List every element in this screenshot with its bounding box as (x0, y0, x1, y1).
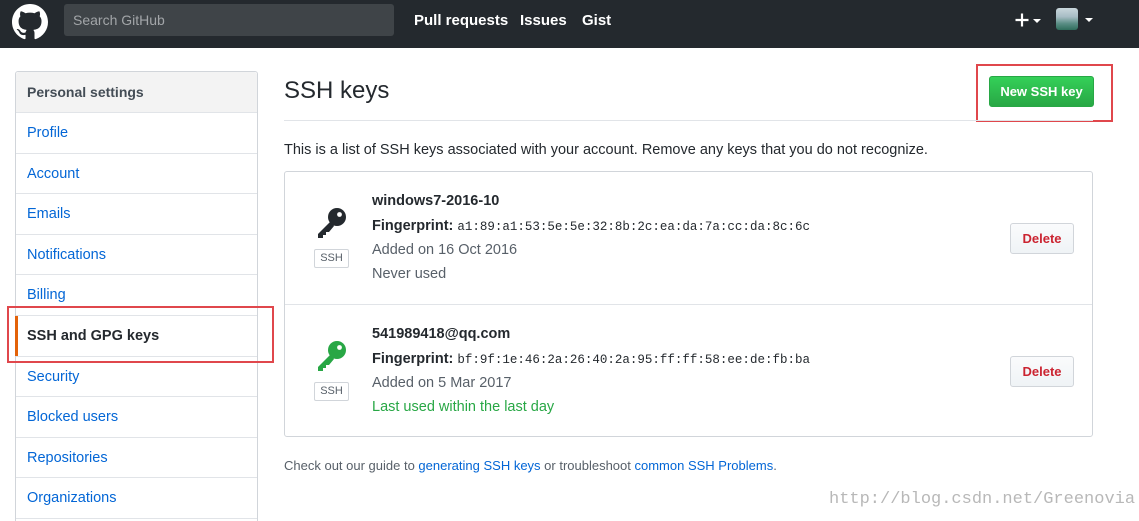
key-added-date: Added on 16 Oct 2016 (372, 242, 518, 258)
ssh-badge: SSH (314, 249, 349, 268)
watermark-text: http://blog.csdn.net/Greenovia (829, 490, 1136, 509)
nav-issues[interactable]: Issues (520, 12, 567, 29)
key-icon (318, 208, 346, 238)
delete-key-button[interactable]: Delete (1010, 223, 1074, 254)
sidebar-item-notifications[interactable]: Notifications (16, 235, 257, 276)
fingerprint-label: Fingerprint: (372, 351, 454, 367)
intro-text: This is a list of SSH keys associated wi… (284, 142, 928, 158)
chevron-down-icon (1033, 19, 1041, 23)
top-navbar: Pull requests Issues Gist (0, 0, 1139, 48)
key-fingerprint: Fingerprint: bf:9f:1e:46:2a:26:40:2a:95:… (372, 351, 810, 367)
help-text-prefix: Check out our guide to (284, 458, 419, 473)
key-last-used: Last used within the last day (372, 399, 555, 415)
annotation-highlight-box (976, 64, 1113, 122)
fingerprint-label: Fingerprint: (372, 218, 454, 234)
key-icon (318, 341, 346, 371)
page-title: SSH keys (284, 77, 390, 104)
search-box[interactable] (64, 4, 394, 36)
nav-gist[interactable]: Gist (582, 12, 611, 29)
search-input[interactable] (64, 4, 394, 36)
sidebar-item-blocked-users[interactable]: Blocked users (16, 397, 257, 438)
ssh-badge: SSH (314, 382, 349, 401)
nav-pull-requests[interactable]: Pull requests (414, 12, 508, 29)
sidebar-item-organizations[interactable]: Organizations (16, 478, 257, 519)
delete-key-button[interactable]: Delete (1010, 356, 1074, 387)
github-logo-icon[interactable] (12, 4, 48, 40)
help-text-middle: or troubleshoot (540, 458, 635, 473)
ssh-key-item: SSH 541989418@qq.com Fingerprint: bf:9f:… (285, 304, 1092, 436)
key-fingerprint: Fingerprint: a1:89:a1:53:5e:5e:32:8b:2c:… (372, 218, 810, 234)
generating-ssh-keys-link[interactable]: generating SSH keys (418, 458, 540, 473)
help-text: Check out our guide to generating SSH ke… (284, 458, 777, 473)
sidebar-heading: Personal settings (16, 72, 257, 113)
help-text-suffix: . (773, 458, 777, 473)
ssh-key-item: SSH windows7-2016-10 Fingerprint: a1:89:… (285, 172, 1092, 304)
avatar (1056, 8, 1078, 30)
sidebar-item-emails[interactable]: Emails (16, 194, 257, 235)
annotation-highlight-box (7, 306, 274, 363)
key-title: windows7-2016-10 (372, 193, 500, 209)
key-added-date: Added on 5 Mar 2017 (372, 375, 512, 391)
sidebar-item-profile[interactable]: Profile (16, 113, 257, 154)
common-ssh-problems-link[interactable]: common SSH Problems (635, 458, 774, 473)
settings-sidebar: Personal settings Profile Account Emails… (15, 71, 258, 521)
key-title: 541989418@qq.com (372, 326, 511, 342)
title-divider (284, 120, 1093, 121)
key-last-used: Never used (372, 266, 447, 282)
chevron-down-icon (1085, 18, 1093, 22)
fingerprint-value: bf:9f:1e:46:2a:26:40:2a:95:ff:ff:58:ee:d… (457, 353, 810, 367)
ssh-keys-list: SSH windows7-2016-10 Fingerprint: a1:89:… (284, 171, 1093, 437)
sidebar-item-account[interactable]: Account (16, 154, 257, 195)
create-new-dropdown[interactable] (1014, 8, 1044, 32)
sidebar-item-repositories[interactable]: Repositories (16, 438, 257, 479)
user-menu-dropdown[interactable] (1056, 8, 1096, 32)
plus-icon (1015, 13, 1029, 27)
fingerprint-value: a1:89:a1:53:5e:5e:32:8b:2c:ea:da:7a:cc:d… (457, 220, 810, 234)
